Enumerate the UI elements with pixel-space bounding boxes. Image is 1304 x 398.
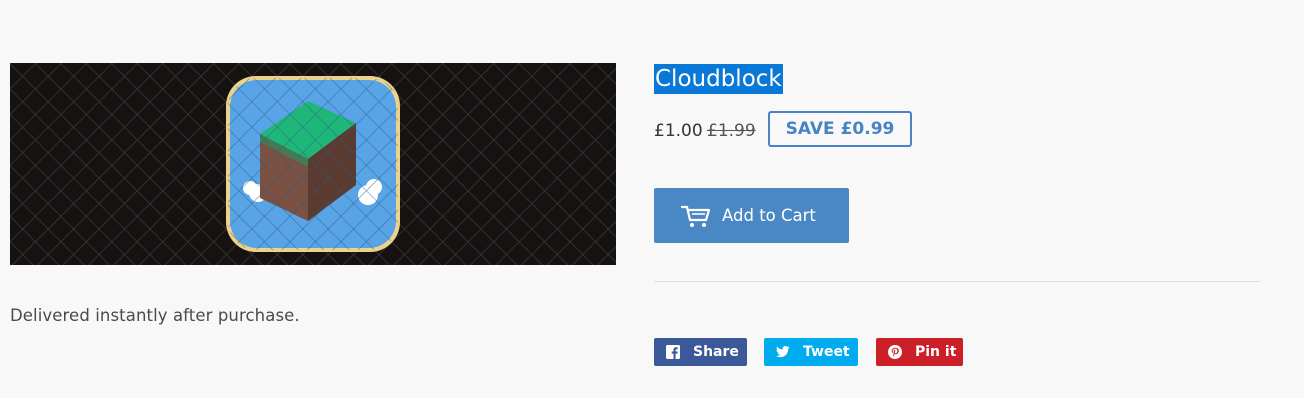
- product-image[interactable]: [10, 63, 616, 265]
- pinterest-icon: [888, 345, 902, 359]
- cart-icon: [681, 205, 711, 227]
- product-title: Cloudblock: [654, 64, 783, 94]
- facebook-icon: [666, 345, 680, 359]
- product-price: £1.00: [654, 121, 703, 141]
- share-facebook-label: Share: [693, 344, 739, 360]
- product-page: Delivered instantly after purchase. Clou…: [0, 0, 1304, 398]
- share-pinterest-button[interactable]: Pin it: [876, 338, 963, 366]
- share-twitter-button[interactable]: Tweet: [764, 338, 858, 366]
- share-pinterest-label: Pin it: [915, 344, 957, 360]
- divider: [654, 281, 1260, 282]
- twitter-icon: [776, 346, 790, 358]
- compare-at-price: £1.99: [707, 121, 756, 141]
- save-badge: SAVE £0.99: [768, 111, 912, 147]
- product-description: Delivered instantly after purchase.: [10, 306, 300, 325]
- add-to-cart-button[interactable]: Add to Cart: [654, 188, 849, 243]
- share-facebook-button[interactable]: Share: [654, 338, 747, 366]
- add-to-cart-label: Add to Cart: [722, 206, 816, 225]
- cloudblock-app-icon: [10, 63, 616, 265]
- share-twitter-label: Tweet: [803, 344, 850, 360]
